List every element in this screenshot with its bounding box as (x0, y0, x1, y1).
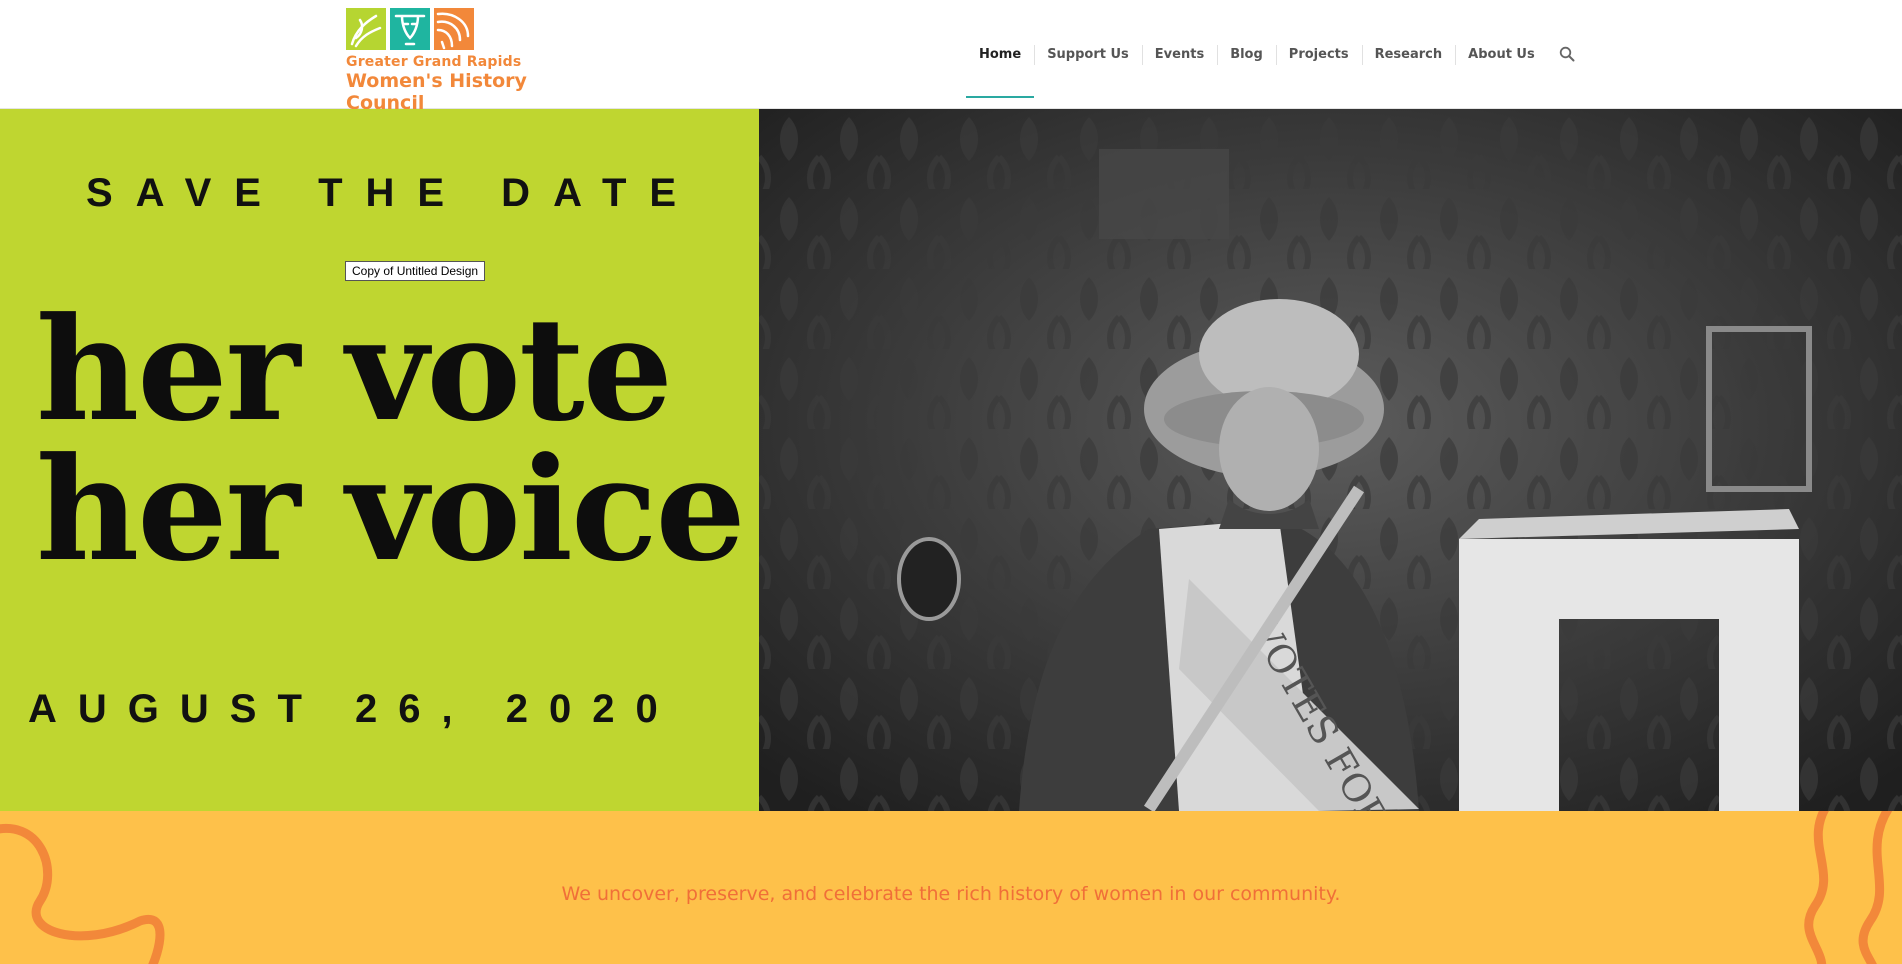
logo-tile-green-icon (346, 8, 386, 50)
nav-item-projects[interactable]: Projects (1275, 0, 1362, 108)
mission-tagline: We uncover, preserve, and celebrate the … (561, 883, 1341, 905)
site-logo[interactable]: Greater Grand Rapids Women's History Cou… (346, 8, 606, 114)
suffragist-photo-illustration: VOTES FOR WOMEN (759, 109, 1902, 811)
logo-tile-teal-icon (390, 8, 430, 50)
nav-item-home[interactable]: Home (966, 0, 1035, 108)
main-nav: Home Support Us Events Blog Projects Res… (966, 0, 1586, 108)
logo-subtitle: Greater Grand Rapids (346, 54, 522, 70)
search-button[interactable] (1548, 0, 1586, 108)
headline-her-vote: her vote (36, 287, 673, 453)
hero-banner[interactable]: SAVE THE DATE Copy of Untitled Design he… (0, 109, 1902, 811)
search-icon (1559, 46, 1575, 62)
save-the-date-heading: SAVE THE DATE (86, 171, 700, 215)
mission-band: We uncover, preserve, and celebrate the … (0, 811, 1902, 964)
logo-tiles (346, 8, 606, 50)
nav-item-research[interactable]: Research (1361, 0, 1456, 108)
headline-her-voice: her voice (36, 427, 746, 593)
nav-item-support-us[interactable]: Support Us (1034, 0, 1142, 108)
hero-text-panel: SAVE THE DATE Copy of Untitled Design he… (0, 109, 759, 811)
nav-item-events[interactable]: Events (1141, 0, 1217, 108)
event-date: AUGUST 26, 2020 (28, 687, 679, 731)
nav-item-about-us[interactable]: About Us (1455, 0, 1548, 108)
suffragist-photo: VOTES FOR WOMEN (759, 109, 1902, 811)
site-header: Greater Grand Rapids Women's History Cou… (0, 0, 1902, 114)
logo-tile-orange-icon (434, 8, 474, 50)
image-title-tooltip: Copy of Untitled Design (345, 261, 486, 281)
nav-item-blog[interactable]: Blog (1217, 0, 1276, 108)
logo-title: Women's History Council (346, 70, 527, 114)
